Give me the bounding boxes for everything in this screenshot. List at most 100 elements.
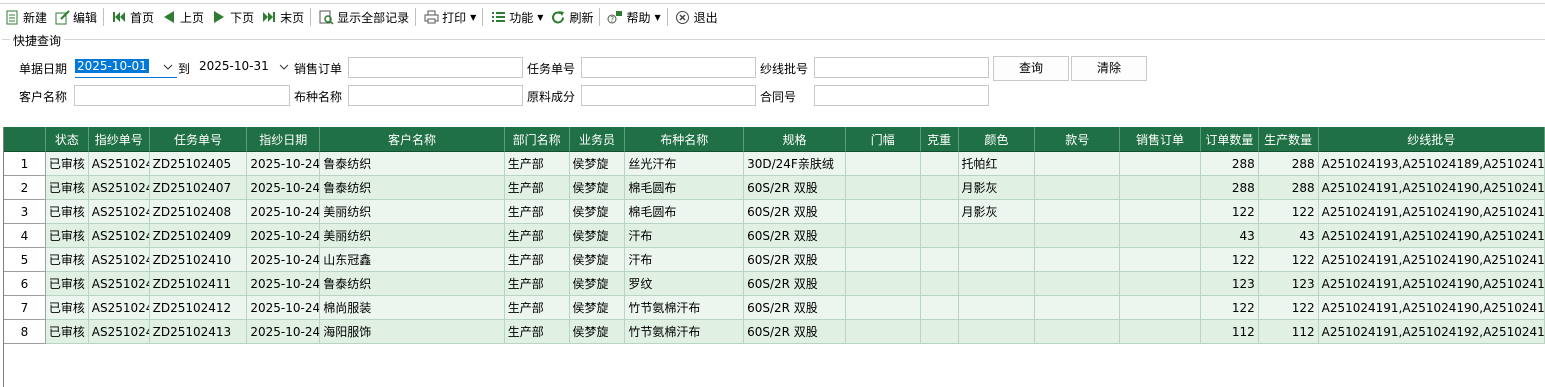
cell-sales-order[interactable] [1120, 248, 1201, 272]
cell-spec[interactable]: 60S/2R 双股 [744, 200, 846, 224]
cell-spec[interactable]: 60S/2R 双股 [744, 176, 846, 200]
column-header-width[interactable]: 门幅 [845, 127, 921, 152]
sales-order-input[interactable] [348, 57, 523, 78]
cell-weight[interactable] [920, 296, 959, 320]
column-header-weight[interactable]: 克重 [920, 127, 959, 152]
cell-weight[interactable] [920, 152, 959, 176]
contract-input[interactable] [814, 85, 989, 106]
cell-yarn-batch[interactable]: A251024191,A251024190,A251024188, [1318, 224, 1545, 248]
cell-prod-qty[interactable]: 123 [1258, 272, 1319, 296]
row-number[interactable]: 6 [4, 272, 46, 296]
cell-style[interactable] [1035, 320, 1121, 344]
cell-date[interactable]: 2025-10-24 [247, 200, 321, 224]
cell-fabric[interactable]: 棉毛圆布 [625, 176, 745, 200]
cell-width[interactable] [845, 320, 921, 344]
cell-customer[interactable]: 鲁泰纺织 [320, 176, 505, 200]
cell-dept[interactable]: 生产部 [504, 224, 570, 248]
cell-fabric[interactable]: 罗纹 [625, 272, 745, 296]
edit-button[interactable]: 编辑 [50, 6, 100, 28]
cell-dept[interactable]: 生产部 [504, 152, 570, 176]
column-header-sales-order[interactable]: 销售订单 [1120, 127, 1201, 152]
cell-status[interactable]: 已审核 [45, 176, 89, 200]
fabric-input[interactable] [348, 85, 523, 106]
cell-task-no[interactable]: ZD25102405 [149, 152, 248, 176]
print-button[interactable]: 打印 ▼ [419, 6, 479, 28]
cell-date[interactable]: 2025-10-24 [247, 272, 321, 296]
cell-sales-order[interactable] [1120, 200, 1201, 224]
cell-status[interactable]: 已审核 [45, 152, 89, 176]
cell-weight[interactable] [920, 224, 959, 248]
cell-task-no[interactable]: ZD25102413 [149, 320, 248, 344]
cell-spec[interactable]: 60S/2R 双股 [744, 296, 846, 320]
show-all-button[interactable]: 显示全部记录 [314, 6, 412, 28]
cell-yarn-batch[interactable]: A251024193,A251024189,A251024190 [1318, 152, 1545, 176]
cell-status[interactable]: 已审核 [45, 200, 89, 224]
cell-status[interactable]: 已审核 [45, 296, 89, 320]
cell-color[interactable]: 月影灰 [958, 176, 1036, 200]
cell-dept[interactable]: 生产部 [504, 248, 570, 272]
cell-sales[interactable]: 侯梦旋 [569, 320, 626, 344]
cell-date[interactable]: 2025-10-24 [247, 224, 321, 248]
table-row[interactable]: 4 已审核 AS251024 ZD25102409 2025-10-24 美丽纺织 生产部侯… [4, 224, 1545, 248]
cell-sales-order[interactable] [1120, 272, 1201, 296]
row-number[interactable]: 5 [4, 248, 46, 272]
last-page-button[interactable]: 末页 [257, 6, 307, 28]
cell-order-qty[interactable]: 123 [1200, 272, 1259, 296]
cell-color[interactable] [958, 248, 1036, 272]
yarn-batch-input[interactable] [814, 57, 989, 78]
cell-dept[interactable]: 生产部 [504, 320, 570, 344]
cell-sales-order[interactable] [1120, 296, 1201, 320]
cell-customer[interactable]: 鲁泰纺织 [320, 152, 505, 176]
cell-sales-order[interactable] [1120, 224, 1201, 248]
cell-yarn-batch[interactable]: A251024191,A251024190,A251024188, [1318, 176, 1545, 200]
cell-yarn-order[interactable]: AS251024 [88, 248, 150, 272]
row-number[interactable]: 1 [4, 152, 46, 176]
cell-yarn-order[interactable]: AS251024 [88, 320, 150, 344]
cell-prod-qty[interactable]: 288 [1258, 176, 1319, 200]
column-header-style[interactable]: 款号 [1035, 127, 1121, 152]
row-number[interactable]: 3 [4, 200, 46, 224]
cell-style[interactable] [1035, 272, 1121, 296]
cell-task-no[interactable]: ZD25102408 [149, 200, 248, 224]
cell-sales-order[interactable] [1120, 320, 1201, 344]
cell-width[interactable] [845, 272, 921, 296]
column-header-date[interactable]: 指纱日期 [247, 127, 321, 152]
column-header-prod-qty[interactable]: 生产数量 [1258, 127, 1319, 152]
cell-dept[interactable]: 生产部 [504, 176, 570, 200]
exit-button[interactable]: 退出 [671, 6, 721, 28]
column-header-dept[interactable]: 部门名称 [504, 127, 570, 152]
cell-yarn-batch[interactable]: A251024191,A251024190,A251024188, [1318, 296, 1545, 320]
cell-weight[interactable] [920, 320, 959, 344]
cell-task-no[interactable]: ZD25102412 [149, 296, 248, 320]
table-row[interactable]: 1 已审核 AS251024 ZD25102405 2025-10-24 鲁泰纺织 生产部侯… [4, 152, 1545, 176]
cell-date[interactable]: 2025-10-24 [247, 176, 321, 200]
query-button[interactable]: 查询 [993, 56, 1069, 81]
cell-color[interactable] [958, 224, 1036, 248]
cell-dept[interactable]: 生产部 [504, 272, 570, 296]
cell-prod-qty[interactable]: 288 [1258, 152, 1319, 176]
cell-order-qty[interactable]: 112 [1200, 320, 1259, 344]
cell-yarn-order[interactable]: AS251024 [88, 200, 150, 224]
table-row[interactable]: 2 已审核 AS251024 ZD25102407 2025-10-24 鲁泰纺织 生产部侯… [4, 176, 1545, 200]
column-header-customer[interactable]: 客户名称 [320, 127, 505, 152]
cell-spec[interactable]: 60S/2R 双股 [744, 248, 846, 272]
cell-yarn-batch[interactable]: A251024191,A251024190,A251024188, [1318, 248, 1545, 272]
cell-yarn-batch[interactable]: A251024191,A251024190,A251024188, [1318, 272, 1545, 296]
cell-width[interactable] [845, 224, 921, 248]
material-input[interactable] [581, 85, 756, 106]
cell-prod-qty[interactable]: 122 [1258, 248, 1319, 272]
cell-customer[interactable]: 棉尚服装 [320, 296, 505, 320]
cell-width[interactable] [845, 152, 921, 176]
cell-color[interactable]: 月影灰 [958, 200, 1036, 224]
cell-customer[interactable]: 美丽纺织 [320, 224, 505, 248]
cell-yarn-batch[interactable]: A251024191,A251024192,A251024188, [1318, 320, 1545, 344]
cell-weight[interactable] [920, 200, 959, 224]
cell-weight[interactable] [920, 272, 959, 296]
cell-date[interactable]: 2025-10-24 [247, 152, 321, 176]
cell-sales[interactable]: 侯梦旋 [569, 200, 626, 224]
cell-prod-qty[interactable]: 122 [1258, 296, 1319, 320]
cell-dept[interactable]: 生产部 [504, 296, 570, 320]
cell-spec[interactable]: 60S/2R 双股 [744, 272, 846, 296]
clear-button[interactable]: 清除 [1071, 56, 1147, 81]
cell-customer[interactable]: 美丽纺织 [320, 200, 505, 224]
